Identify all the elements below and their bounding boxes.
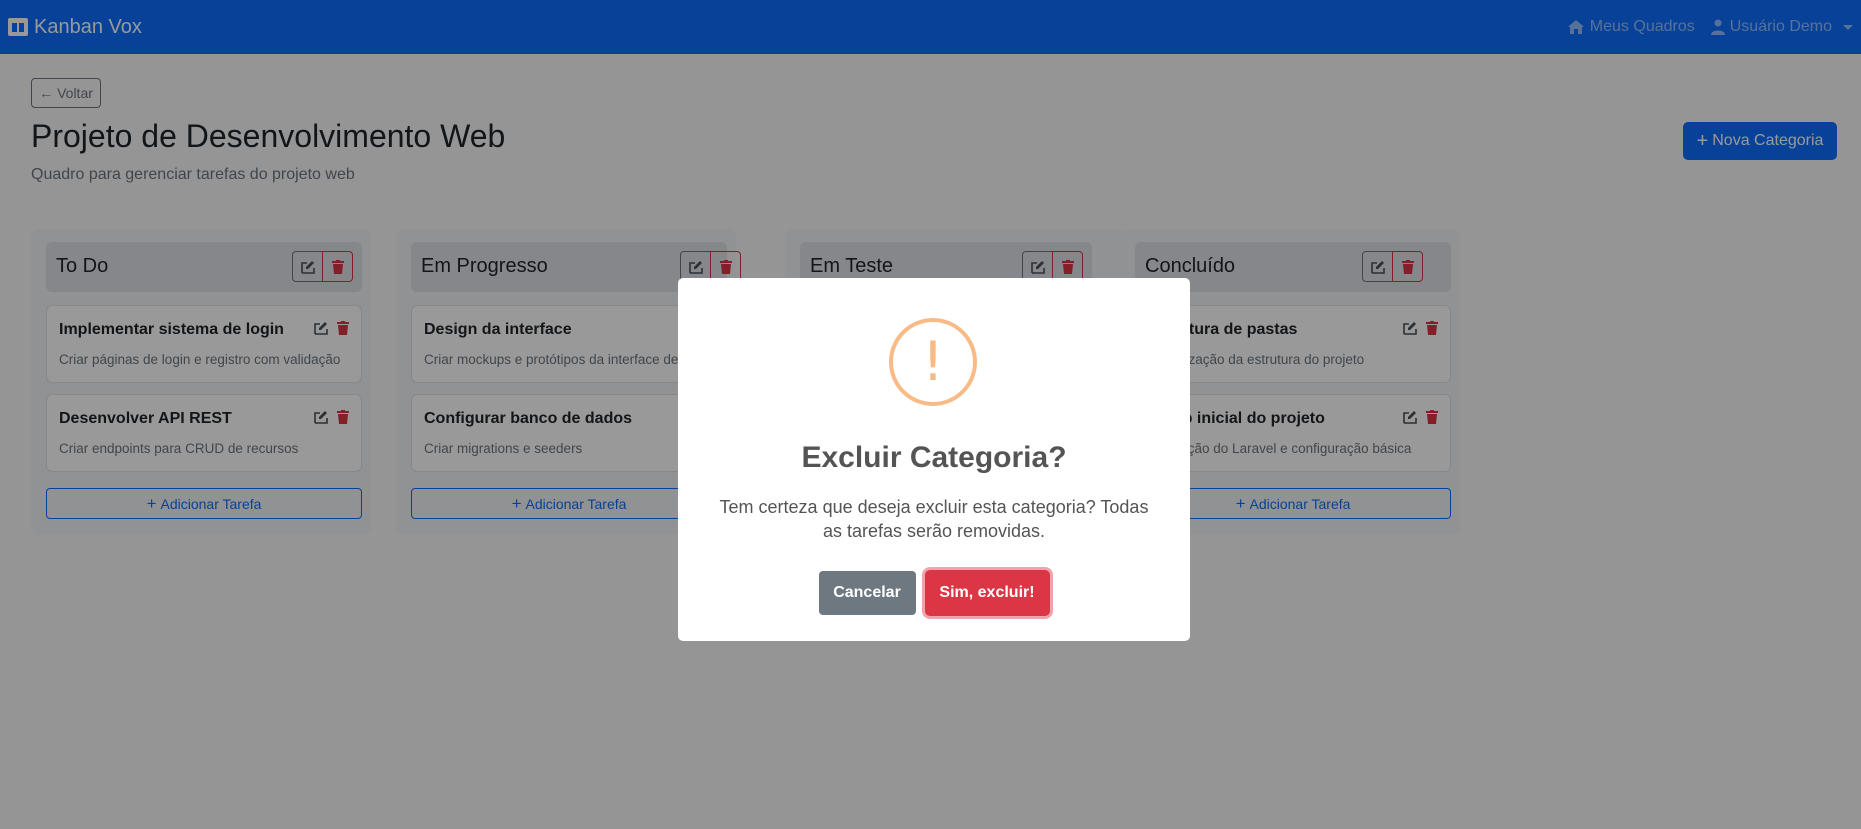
warning-icon-glyph: !: [922, 330, 944, 393]
confirm-delete-button[interactable]: Sim, excluir!: [924, 570, 1050, 616]
warning-icon: !: [889, 318, 977, 406]
confirm-delete-dialog: ! Excluir Categoria? Tem certeza que des…: [678, 278, 1190, 641]
dialog-message: Tem certeza que deseja excluir esta cate…: [719, 497, 1149, 541]
dialog-title: Excluir Categoria?: [801, 441, 1067, 474]
cancel-button[interactable]: Cancelar: [818, 571, 916, 615]
